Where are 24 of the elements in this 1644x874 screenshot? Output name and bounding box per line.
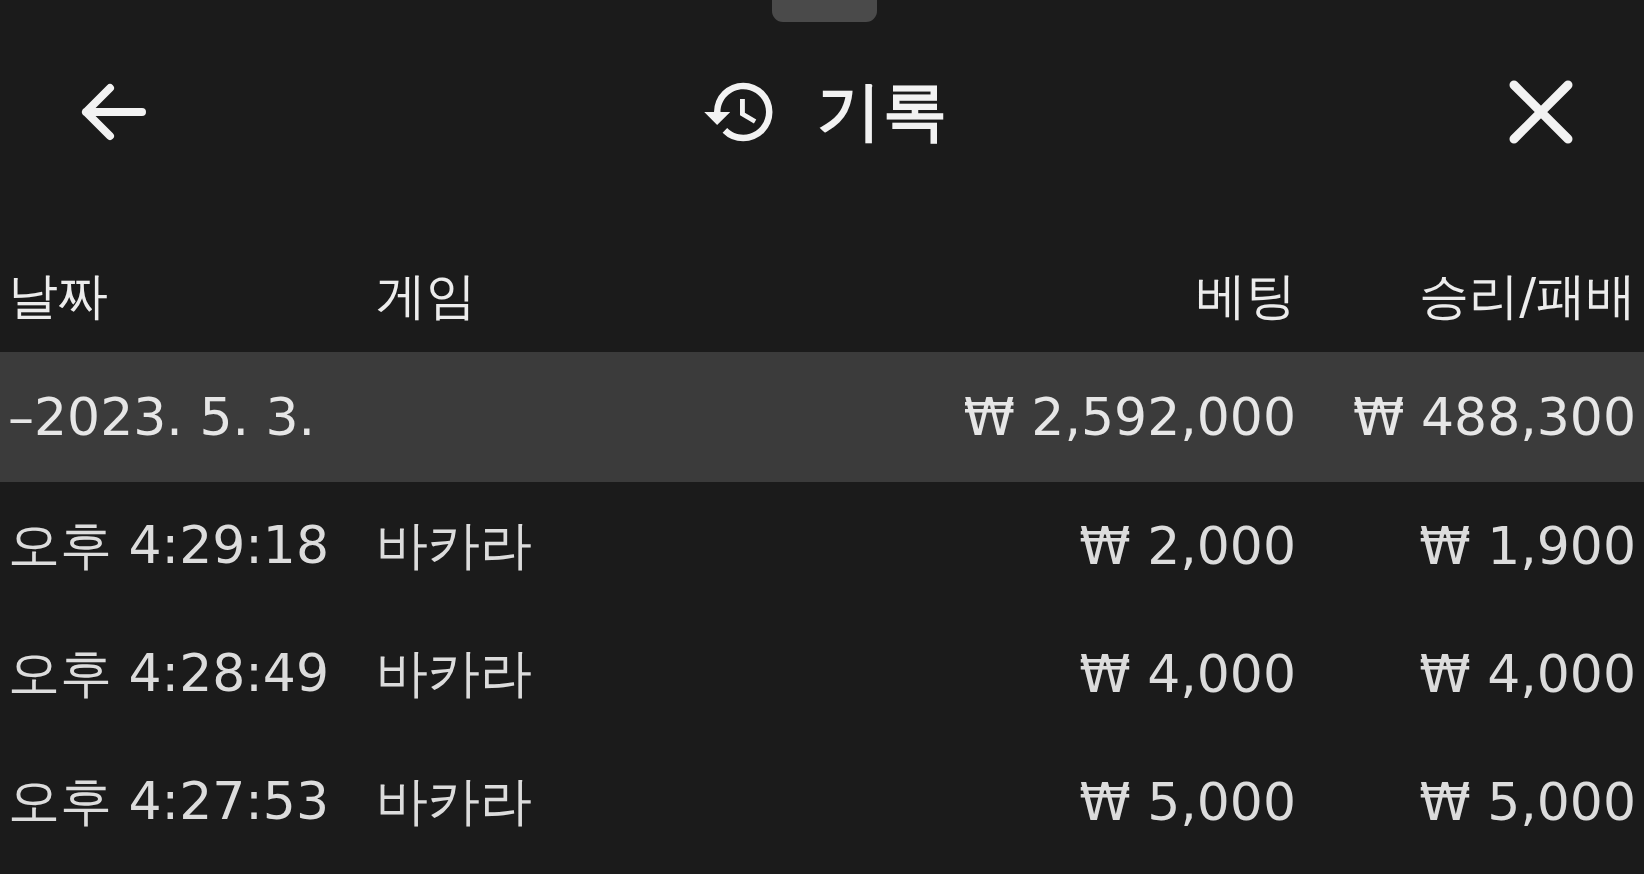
time-cell-text: 오후 4:27:53 [8, 770, 330, 833]
result-cell: ₩ 4,000 [1419, 644, 1636, 704]
time-cell-text: 오후 4:28:49 [8, 642, 330, 705]
date-group-row[interactable]: –2023. 5. 3. ₩ 2,592,000 ₩ 488,300 [0, 352, 1644, 482]
column-header: 게임 [376, 265, 477, 327]
time-cell-text: 오후 4:29:18 [8, 514, 330, 577]
result-total: ₩ 488,300 [1353, 387, 1636, 447]
close-icon [1508, 78, 1574, 145]
header-title: 기록 [817, 73, 949, 150]
result-cell: ₩ 5,000 [1419, 772, 1636, 832]
bet-total: ₩ 2,592,000 [963, 387, 1296, 447]
column-header: 베팅 [1196, 265, 1296, 327]
bet-cell: ₩ 2,000 [1079, 516, 1296, 576]
game-cell-text: 바카라 [376, 642, 533, 705]
game-cell-text: 바카라 [376, 770, 533, 833]
bet-cell: ₩ 5,000 [1079, 772, 1296, 832]
column-header: 날짜 [8, 265, 109, 327]
game-cell-text: 바카라 [376, 514, 533, 577]
result-cell: ₩ 1,900 [1419, 516, 1636, 576]
column-header: 승리/패배 [1419, 265, 1636, 327]
drag-handle[interactable] [772, 0, 877, 22]
close-button[interactable] [1508, 78, 1574, 145]
bet-cell: ₩ 4,000 [1079, 644, 1296, 704]
date-group-label: –2023. 5. 3. [8, 387, 317, 447]
